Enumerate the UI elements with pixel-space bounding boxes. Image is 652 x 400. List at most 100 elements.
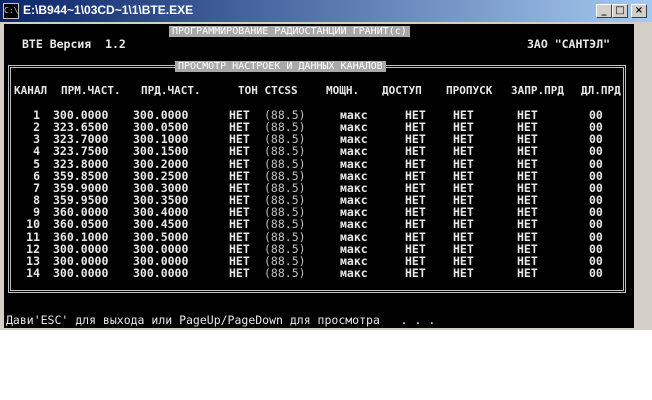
cell-power: макс <box>340 265 368 280</box>
cell-ctcss-value: (88.5) <box>264 229 306 244</box>
cell-skip: НЕТ <box>453 144 474 159</box>
cell-access: НЕТ <box>405 144 426 159</box>
cell-tx-freq: 300.0000 <box>133 241 189 256</box>
cell-skip: НЕТ <box>453 253 474 268</box>
cell-access: НЕТ <box>405 229 426 244</box>
cell-tx-inhibit: НЕТ <box>517 241 538 256</box>
table-row: 13 300.0000 300.0000 НЕТ (88.5) макс НЕТ НЕТ НЕТ… <box>0 255 630 267</box>
cell-power: макс <box>340 253 368 268</box>
cell-tx-length: 00 <box>589 144 603 159</box>
col-tx-freq: ПРД.ЧАСТ. <box>141 84 201 97</box>
cell-power: макс <box>340 168 368 183</box>
title-bar[interactable]: C:\ E:\B944~1\03CD~1\1\BTE.EXE _ □ × <box>0 0 652 22</box>
table-row: 12 300.0000 300.0000 НЕТ (88.5) макс НЕТ НЕТ НЕТ… <box>0 243 630 255</box>
cell-access: НЕТ <box>405 217 426 232</box>
cell-ctcss-value: (88.5) <box>264 156 306 171</box>
cell-tx-freq: 300.0000 <box>133 265 189 280</box>
cell-rx-freq: 360.1000 <box>53 229 109 244</box>
cell-access: НЕТ <box>405 168 426 183</box>
table-row: 11 360.1000 300.5000 НЕТ (88.5) макс НЕТ НЕТ НЕТ… <box>0 231 630 243</box>
cell-ctcss-tone: НЕТ <box>229 265 250 280</box>
cell-ctcss-tone: НЕТ <box>229 168 250 183</box>
cell-channel: 11 <box>26 229 40 244</box>
col-access: ДОСТУП <box>382 84 422 97</box>
col-tx-length: ДЛ.ПРД <box>581 84 621 97</box>
cell-ctcss-tone: НЕТ <box>229 217 250 232</box>
close-button[interactable]: × <box>631 4 647 18</box>
cell-channel: 10 <box>26 217 40 232</box>
cell-skip: НЕТ <box>453 217 474 232</box>
cell-skip: НЕТ <box>453 229 474 244</box>
cell-rx-freq: 323.7500 <box>53 144 109 159</box>
cell-access: НЕТ <box>405 265 426 280</box>
cell-ctcss-tone: НЕТ <box>229 253 250 268</box>
cell-ctcss-value: (88.5) <box>264 265 306 280</box>
status-line: Дави'ESC' для выхода или PageUp/PageDown… <box>6 313 436 327</box>
cell-tx-inhibit: НЕТ <box>517 217 538 232</box>
cell-access: НЕТ <box>405 241 426 256</box>
cell-ctcss-tone: НЕТ <box>229 144 250 159</box>
cell-channel: 4 <box>33 144 40 159</box>
col-skip: ПРОПУСК <box>446 84 493 97</box>
table-row: 4 323.7500 300.1500 НЕТ (88.5) макс НЕТ НЕТ НЕТ 0… <box>0 145 630 157</box>
table-row: 10 360.0500 300.4500 НЕТ (88.5) макс НЕТ НЕТ НЕТ… <box>0 218 630 230</box>
cell-power: макс <box>340 217 368 232</box>
company-label: ЗАО "САНТЭЛ" <box>527 37 611 51</box>
cell-power: макс <box>340 241 368 256</box>
vertical-scrollbar[interactable] <box>634 24 650 328</box>
console-icon[interactable]: C:\ <box>3 3 19 19</box>
cell-tx-inhibit: НЕТ <box>517 144 538 159</box>
cell-tx-length: 00 <box>589 241 603 256</box>
col-rx-freq: ПРМ.ЧАСТ. <box>61 84 121 97</box>
cell-tx-inhibit: НЕТ <box>517 253 538 268</box>
cell-ctcss-value: (88.5) <box>264 217 306 232</box>
cell-tx-length: 00 <box>589 156 603 171</box>
cell-rx-freq: 359.8500 <box>53 168 109 183</box>
cell-rx-freq: 360.0500 <box>53 217 109 232</box>
cell-access: НЕТ <box>405 156 426 171</box>
cell-tx-length: 00 <box>589 168 603 183</box>
cell-ctcss-value: (88.5) <box>264 168 306 183</box>
version-label: BTE Версия 1.2 <box>22 37 126 51</box>
cell-tx-freq: 300.2500 <box>133 168 189 183</box>
table-row: 5 323.8000 300.2000 НЕТ (88.5) макс НЕТ НЕТ НЕТ 0… <box>0 158 630 170</box>
dos-window: C:\ E:\B944~1\03CD~1\1\BTE.EXE _ □ × ПРО… <box>0 0 652 330</box>
cell-tx-length: 00 <box>589 265 603 280</box>
cell-skip: НЕТ <box>453 168 474 183</box>
cell-tx-inhibit: НЕТ <box>517 168 538 183</box>
cell-tx-length: 00 <box>589 217 603 232</box>
cell-channel: 5 <box>33 156 40 171</box>
col-tx-inhibit: ЗАПР.ПРД <box>511 84 564 97</box>
cell-rx-freq: 300.0000 <box>53 241 109 256</box>
cell-tx-length: 00 <box>589 253 603 268</box>
cell-channel: 13 <box>26 253 40 268</box>
cell-power: макс <box>340 156 368 171</box>
maximize-button[interactable]: □ <box>612 4 628 18</box>
minimize-button[interactable]: _ <box>596 4 612 18</box>
cell-tx-inhibit: НЕТ <box>517 156 538 171</box>
cell-ctcss-tone: НЕТ <box>229 241 250 256</box>
cell-access: НЕТ <box>405 253 426 268</box>
table-row: 14 300.0000 300.0000 НЕТ (88.5) макс НЕТ НЕТ НЕТ… <box>0 267 630 279</box>
cell-ctcss-value: (88.5) <box>264 253 306 268</box>
table-row: 6 359.8500 300.2500 НЕТ (88.5) макс НЕТ НЕТ НЕТ 0… <box>0 170 630 182</box>
cell-power: макс <box>340 229 368 244</box>
cell-channel: 14 <box>26 265 40 280</box>
section-title: ПРОСМОТР НАСТРОЕК И ДАННЫХ КАНАЛОВ <box>175 61 386 72</box>
window-title: E:\B944~1\03CD~1\1\BTE.EXE <box>23 3 194 17</box>
cell-channel: 6 <box>33 168 40 183</box>
cell-tx-freq: 300.4500 <box>133 217 189 232</box>
cell-tx-freq: 300.0000 <box>133 253 189 268</box>
cell-rx-freq: 323.8000 <box>53 156 109 171</box>
cell-skip: НЕТ <box>453 241 474 256</box>
cell-ctcss-value: (88.5) <box>264 144 306 159</box>
cell-power: макс <box>340 144 368 159</box>
cell-tx-freq: 300.2000 <box>133 156 189 171</box>
app-banner-title: ПРОГРАММИРОВАНИЕ РАДИОСТАНЦИИ ГРАНИТ(с) <box>169 26 410 37</box>
col-power: МОЩН. <box>326 84 360 97</box>
cell-skip: НЕТ <box>453 265 474 280</box>
cell-skip: НЕТ <box>453 156 474 171</box>
cell-channel: 12 <box>26 241 40 256</box>
cell-ctcss-tone: НЕТ <box>229 156 250 171</box>
cell-tx-freq: 300.1500 <box>133 144 189 159</box>
